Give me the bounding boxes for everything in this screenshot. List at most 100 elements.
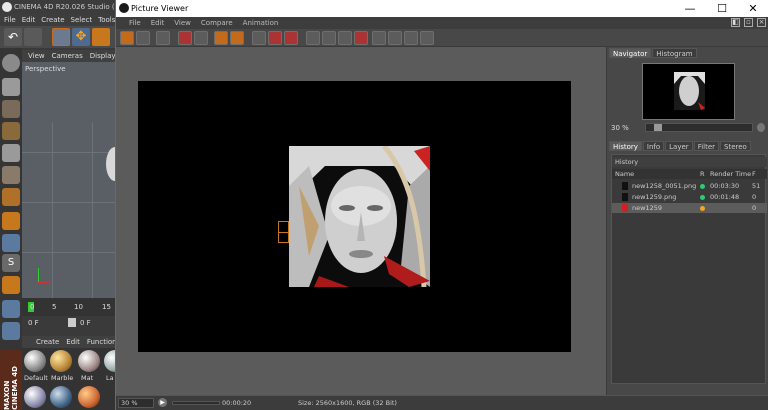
material-swatch[interactable] [78,386,100,408]
grid-icon[interactable] [2,322,20,340]
status-info: Size: 2560x1600, RGB (32 Bit) [298,399,397,407]
material-swatch[interactable] [24,386,46,408]
history-row-selected[interactable]: new1259 0 [612,203,767,213]
tab-navigator[interactable]: Navigator [609,48,652,58]
3d-viewport[interactable]: Perspective [22,62,115,298]
navigator-thumbnail[interactable] [642,63,735,120]
render-region-handle[interactable] [278,221,289,243]
viewport-menu-view[interactable]: View [28,50,45,62]
column-render-time[interactable]: Render Time [710,169,751,179]
tweak-icon[interactable] [2,234,20,252]
texture-mode-icon[interactable] [2,100,20,118]
material-menu-edit[interactable]: Edit [66,336,80,348]
menu-file[interactable]: File [129,17,141,29]
rendered-image [289,146,430,287]
viewport-menu-display[interactable]: Display [90,50,115,62]
timeline[interactable]: 0 5 10 15 [22,298,115,316]
select-arrow-icon[interactable] [52,28,70,46]
material-default-swatch[interactable] [24,350,46,372]
tab-layer[interactable]: Layer [665,141,693,151]
close-button[interactable]: ✕ [737,0,768,17]
step-icon[interactable] [68,318,76,327]
tab-histogram[interactable]: Histogram [652,48,697,58]
minimize-button[interactable]: — [674,0,706,17]
render-icon[interactable] [178,31,192,45]
checker-icon[interactable] [2,122,20,140]
points-mode-icon[interactable] [2,144,20,162]
status-zoom-field[interactable]: 30 % [118,398,154,408]
c4d-menu-create[interactable]: Create [41,14,64,26]
c4d-menu-file[interactable]: File [4,14,16,26]
open-icon[interactable] [120,31,134,45]
paste-icon[interactable] [230,31,244,45]
history-row[interactable]: new1259.png 00:01:48 0 [612,192,767,202]
material-marble-swatch[interactable] [50,350,72,372]
expand-icon[interactable]: ▫ [744,18,753,27]
stereo-icon[interactable] [420,31,434,45]
grid-view-icon[interactable] [388,31,402,45]
menu-view[interactable]: View [174,17,191,29]
c4d-menu-select[interactable]: Select [71,14,93,26]
render-region-icon[interactable] [194,31,208,45]
magnet-icon[interactable] [2,276,20,294]
panel-toggle-icon[interactable]: ◧ [731,18,740,27]
zoom-reset-icon[interactable] [757,123,765,132]
panel-close-icon[interactable]: × [757,18,766,27]
playback-slider[interactable] [172,401,220,405]
fit-icon[interactable] [372,31,386,45]
timeline-tick: 5 [52,303,57,311]
current-frame-field[interactable]: 0 F [80,319,91,327]
play-icon[interactable]: ▶ [158,398,167,407]
image-canvas[interactable] [116,47,606,395]
snap-icon[interactable]: S [2,254,20,272]
tab-filter[interactable]: Filter [693,141,720,151]
material-menu-create[interactable]: Create [36,336,59,348]
menu-compare[interactable]: Compare [201,17,233,29]
column-f[interactable]: F [752,169,756,179]
compare-swap-icon[interactable] [284,31,298,45]
edges-mode-icon[interactable] [2,166,20,184]
c4d-menu-tools[interactable]: Tools [98,14,115,26]
b-icon[interactable] [354,31,368,45]
column-name[interactable]: Name [615,169,634,179]
cube-mode-icon[interactable] [2,78,20,96]
column-r[interactable]: R [700,169,705,179]
menu-animation[interactable]: Animation [243,17,279,29]
undo-icon[interactable]: ↶ [4,28,22,46]
sphere-mode-icon[interactable] [2,54,20,72]
viewport-menu-cameras[interactable]: Cameras [52,50,83,62]
move-icon[interactable]: ✥ [72,28,90,46]
workplane-icon[interactable] [2,300,20,318]
viewport-label: Perspective [25,65,66,73]
render-display[interactable] [138,81,571,352]
compare-b-icon[interactable] [268,31,282,45]
tab-history[interactable]: History [609,141,642,151]
compare-a-icon[interactable] [252,31,266,45]
copy-icon[interactable] [214,31,228,45]
material-label: Default [24,374,48,382]
material-mat-swatch[interactable] [78,350,100,372]
split-ab-icon[interactable] [322,31,336,45]
start-frame-field[interactable]: 0 F [28,319,39,327]
material-menu-function[interactable]: Function [87,336,115,348]
film-icon[interactable] [156,31,170,45]
scale-icon[interactable] [92,28,110,46]
save-icon[interactable] [136,31,150,45]
history-row[interactable]: new1258_0051.png 00:03:30 51 [612,181,767,191]
maximize-button[interactable]: ☐ [706,0,738,17]
navigator-zoom-value[interactable]: 30 % [611,124,629,132]
ab-icon[interactable] [306,31,320,45]
a-icon[interactable] [338,31,352,45]
polygons-mode-icon[interactable] [2,188,20,206]
full-view-icon[interactable] [404,31,418,45]
material-swatch[interactable] [50,386,72,408]
status-dot-icon [700,205,705,211]
c4d-menu-edit[interactable]: Edit [22,14,36,26]
navigator-zoom-slider[interactable] [645,123,753,132]
render-face-graphic [289,146,430,287]
menu-edit[interactable]: Edit [151,17,165,29]
axis-icon[interactable] [2,212,20,230]
tab-stereo[interactable]: Stereo [720,141,751,151]
tab-info[interactable]: Info [642,141,665,151]
redo-icon[interactable] [24,28,42,46]
